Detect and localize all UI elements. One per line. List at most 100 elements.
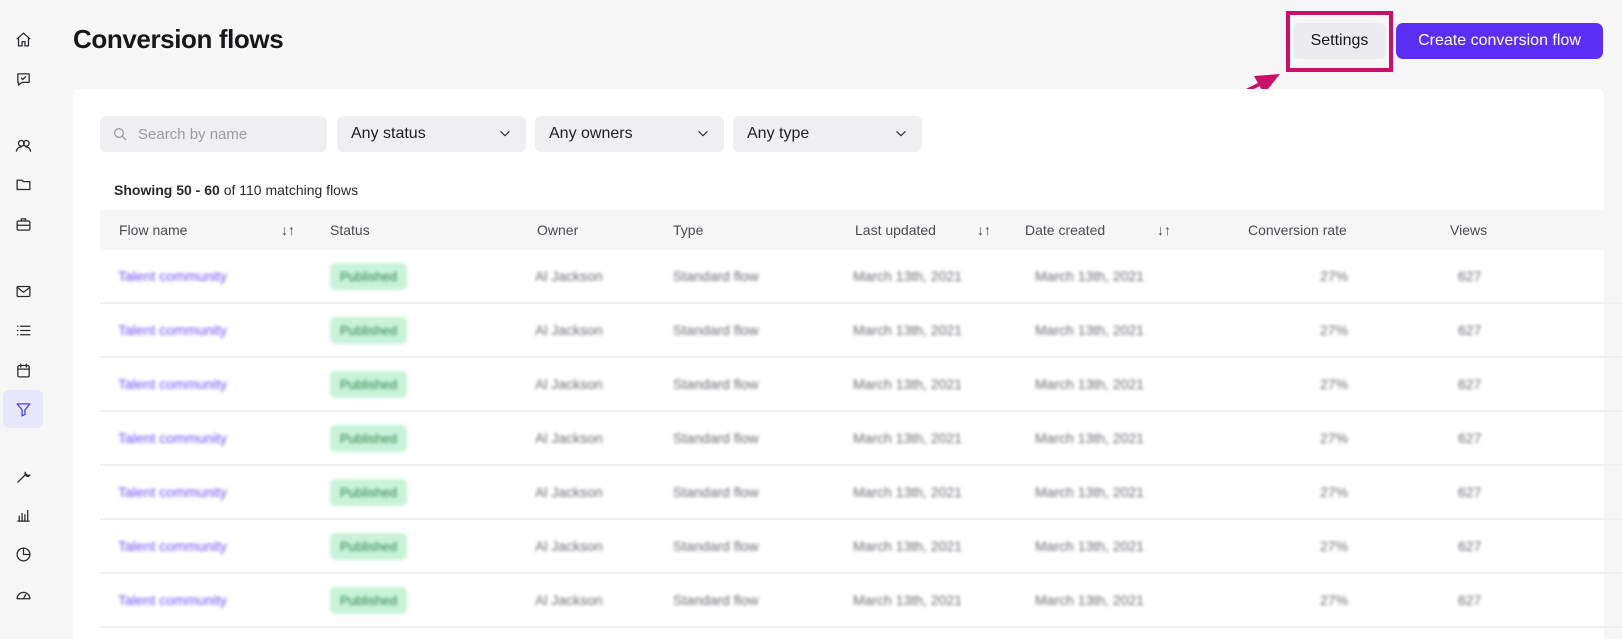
flow-name-link[interactable]: Talent community — [118, 376, 227, 392]
wrench-icon — [16, 471, 31, 483]
type-cell: Standard flow — [673, 592, 759, 608]
sidebar-item-mail[interactable] — [3, 272, 43, 310]
results-range: Showing 50 - 60 — [114, 182, 220, 198]
owners-filter-dropdown[interactable]: Any owners — [535, 116, 724, 152]
table-row[interactable]: Talent community Published Al Jackson St… — [100, 412, 1622, 466]
conversion-rate-cell: 27% — [1320, 538, 1349, 554]
conversion-flows-page: Conversion flows Settings Create convers… — [0, 0, 1622, 639]
table-row[interactable]: Talent community Published Al Jackson St… — [100, 520, 1622, 574]
flow-name-link[interactable]: Talent community — [118, 538, 227, 554]
last-updated-cell: March 13th, 2021 — [853, 484, 962, 500]
search-field[interactable] — [100, 116, 327, 152]
sidebar-item-people[interactable] — [3, 126, 43, 164]
views-cell: 627 — [1458, 430, 1482, 446]
table-row[interactable]: Talent community Published Al Jackson St… — [100, 250, 1622, 304]
owner-cell: Al Jackson — [535, 376, 603, 392]
mail-icon — [15, 285, 31, 297]
owner-cell: Al Jackson — [535, 268, 603, 284]
sort-icon[interactable]: ↓↑ — [281, 222, 295, 238]
status-badge: Published — [330, 371, 408, 398]
sidebar-item-reports[interactable] — [3, 496, 43, 534]
sidebar-nav — [0, 0, 46, 639]
views-cell: 627 — [1458, 538, 1482, 554]
chevron-down-icon — [500, 131, 510, 137]
type-cell: Standard flow — [673, 538, 759, 554]
flow-name-link[interactable]: Talent community — [118, 484, 227, 500]
status-badge: Published — [330, 425, 408, 452]
last-updated-cell: March 13th, 2021 — [853, 376, 962, 392]
create-conversion-flow-button[interactable]: Create conversion flow — [1396, 23, 1603, 59]
sidebar-item-lists[interactable] — [3, 311, 43, 349]
owner-cell: Al Jackson — [535, 430, 603, 446]
column-header-flow-name[interactable]: Flow name — [119, 222, 187, 238]
type-filter-dropdown[interactable]: Any type — [733, 116, 922, 152]
date-created-cell: March 13th, 2021 — [1035, 322, 1144, 338]
date-created-cell: March 13th, 2021 — [1035, 376, 1144, 392]
table-row[interactable]: Talent community Published Al Jackson St… — [100, 304, 1622, 358]
date-created-cell: March 13th, 2021 — [1035, 484, 1144, 500]
status-filter-dropdown[interactable]: Any status — [337, 116, 526, 152]
date-created-cell: March 13th, 2021 — [1035, 592, 1144, 608]
table-row[interactable]: Talent community Published Al Jackson St… — [100, 574, 1622, 628]
conversion-rate-cell: 27% — [1320, 592, 1349, 608]
page-title: Conversion flows — [73, 24, 284, 54]
owner-cell: Al Jackson — [535, 538, 603, 554]
sidebar-item-messages[interactable] — [3, 60, 43, 98]
column-header-date-created[interactable]: Date created — [1025, 222, 1105, 238]
calendar-icon — [16, 362, 30, 378]
chat-icon — [16, 72, 30, 86]
results-total: of 110 matching flows — [223, 182, 359, 198]
flow-name-link[interactable]: Talent community — [118, 268, 227, 284]
results-summary: Showing 50 - 60 of 110 matching flows — [114, 182, 358, 198]
type-cell: Standard flow — [673, 484, 759, 500]
owner-cell: Al Jackson — [535, 592, 603, 608]
sidebar-item-dashboard[interactable] — [3, 575, 43, 613]
sidebar-item-calendar[interactable] — [3, 351, 43, 389]
search-input[interactable] — [138, 125, 318, 143]
views-cell: 627 — [1458, 322, 1482, 338]
folder-icon — [15, 179, 31, 190]
table-row[interactable]: Talent community Published Al Jackson St… — [100, 466, 1622, 520]
users-icon — [15, 139, 31, 152]
status-badge: Published — [330, 533, 408, 560]
list-icon — [16, 325, 31, 335]
gauge-icon — [15, 591, 31, 599]
last-updated-cell: March 13th, 2021 — [853, 268, 962, 284]
bar-chart-icon — [16, 509, 30, 522]
filter-icon — [15, 402, 31, 417]
column-header-last-updated[interactable]: Last updated — [855, 222, 936, 238]
column-header-type: Type — [673, 222, 704, 238]
sidebar-item-home[interactable] — [3, 20, 43, 58]
type-cell: Standard flow — [673, 268, 759, 284]
conversion-rate-cell: 27% — [1320, 430, 1349, 446]
date-created-cell: March 13th, 2021 — [1035, 430, 1144, 446]
search-icon — [114, 128, 127, 141]
flow-name-link[interactable]: Talent community — [118, 430, 227, 446]
sidebar-item-files[interactable] — [3, 165, 43, 203]
last-updated-cell: March 13th, 2021 — [853, 430, 962, 446]
home-icon — [15, 31, 31, 47]
sidebar-item-tools[interactable] — [3, 457, 43, 495]
owner-cell: Al Jackson — [535, 322, 603, 338]
column-header-owner: Owner — [537, 222, 579, 238]
date-created-cell: March 13th, 2021 — [1035, 268, 1144, 284]
type-cell: Standard flow — [673, 376, 759, 392]
table-row[interactable]: Talent community Published Al Jackson St… — [100, 358, 1622, 412]
sidebar-item-conversion-flows[interactable] — [3, 390, 43, 428]
flow-name-link[interactable]: Talent community — [118, 592, 227, 608]
conversion-rate-cell: 27% — [1320, 268, 1349, 284]
last-updated-cell: March 13th, 2021 — [853, 592, 962, 608]
sidebar-item-analytics[interactable] — [3, 535, 43, 573]
views-cell: 627 — [1458, 592, 1482, 608]
views-cell: 627 — [1458, 376, 1482, 392]
sidebar-item-jobs[interactable] — [3, 205, 43, 243]
sort-icon[interactable]: ↓↑ — [1157, 222, 1171, 238]
type-filter-label: Any type — [747, 125, 810, 142]
sort-icon[interactable]: ↓↑ — [977, 222, 991, 238]
column-header-conversion-rate: Conversion rate — [1248, 222, 1347, 238]
conversion-rate-cell: 27% — [1320, 376, 1349, 392]
flow-name-link[interactable]: Talent community — [118, 322, 227, 338]
status-badge: Published — [330, 479, 408, 506]
briefcase-icon — [15, 217, 31, 231]
type-cell: Standard flow — [673, 430, 759, 446]
